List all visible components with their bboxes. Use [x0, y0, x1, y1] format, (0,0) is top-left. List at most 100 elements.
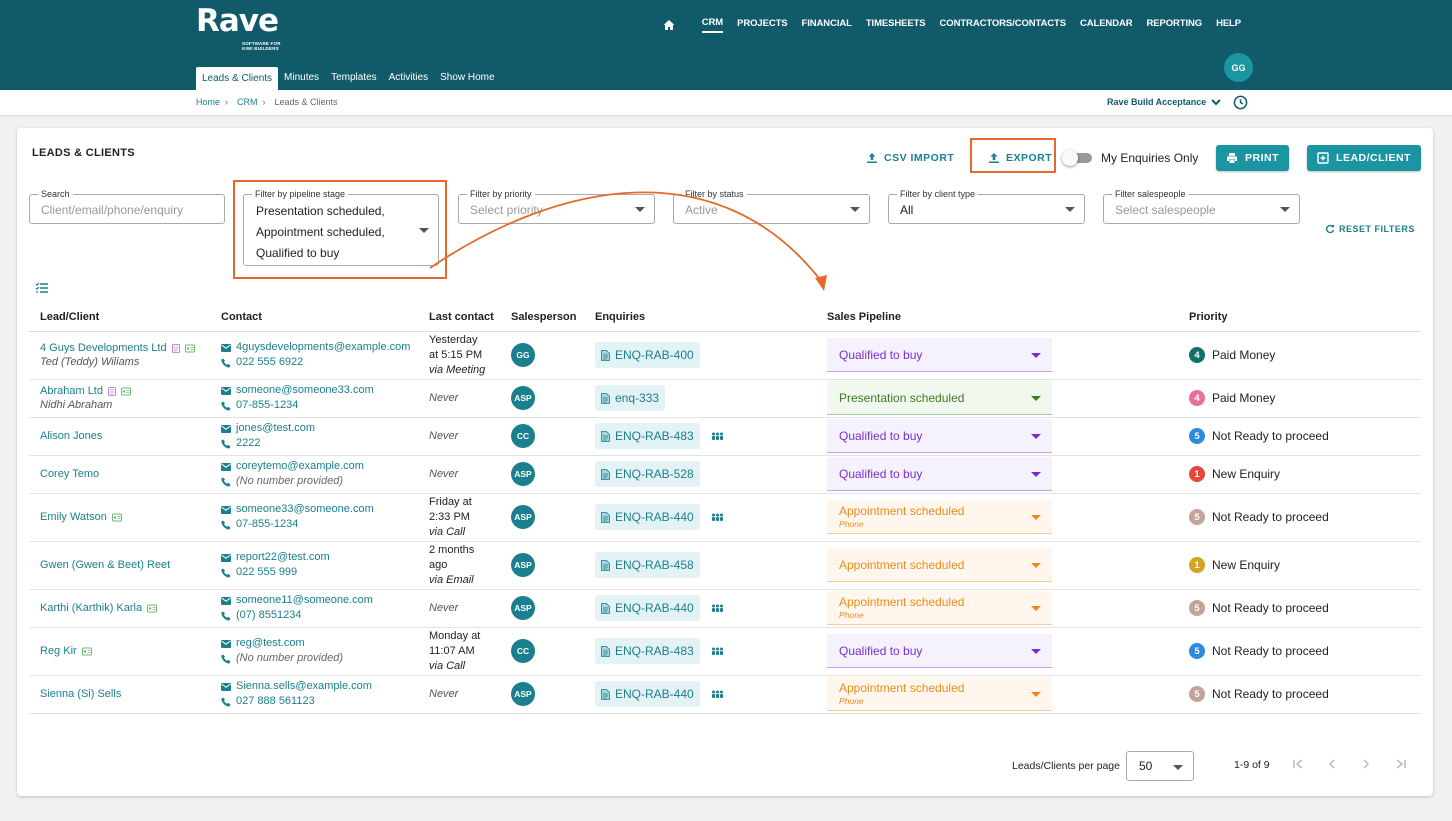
tab-minutes[interactable]: Minutes — [278, 67, 325, 90]
contact-email[interactable]: jones@test.com — [221, 421, 418, 436]
col-salesperson[interactable]: Salesperson — [500, 303, 584, 332]
nav-reporting[interactable]: REPORTING — [1146, 18, 1202, 32]
nav-timesheets[interactable]: TIMESHEETS — [866, 18, 926, 32]
pipeline-stage-select[interactable]: Qualified to buy — [827, 338, 1052, 372]
contact-phone[interactable]: 022 555 999 — [221, 565, 418, 580]
contact-card-icon[interactable] — [81, 647, 92, 656]
contact-phone[interactable]: 027 888 561123 — [221, 694, 418, 709]
table-row[interactable]: Emily Watson someone33@someone.com 07-855-… — [29, 493, 1421, 542]
pipeline-stage-select[interactable]: Qualified to buy — [827, 634, 1052, 668]
tab-templates[interactable]: Templates — [325, 67, 383, 90]
contact-email[interactable]: reg@test.com — [221, 636, 418, 651]
lead-name-link[interactable]: Karthi (Karthik) Karla — [40, 602, 142, 614]
lead-name-link[interactable]: Abraham Ltd — [40, 385, 103, 397]
contact-email[interactable]: someone11@someone.com — [221, 593, 418, 608]
table-row[interactable]: Karthi (Karthik) Karla someone11@someone.… — [29, 589, 1421, 628]
col-last-contact[interactable]: Last contact — [418, 303, 500, 332]
document-icon[interactable] — [107, 386, 116, 396]
col-contact[interactable]: Contact — [210, 303, 418, 332]
document-icon[interactable] — [171, 343, 180, 353]
priority-cell[interactable]: 1 New Enquiry — [1189, 466, 1421, 482]
nav-crm[interactable]: CRM — [701, 17, 723, 33]
people-icon[interactable] — [711, 690, 724, 698]
lead-name-link[interactable]: Sienna (Si) Sells — [40, 688, 121, 700]
table-row[interactable]: Reg Kir reg@test.com (No number provided) M… — [29, 627, 1421, 676]
pipeline-stage-select[interactable]: Appointment scheduled Phone — [827, 677, 1052, 711]
contact-email[interactable]: coreytemo@example.com — [221, 459, 418, 474]
contact-email[interactable]: 4guysdevelopments@example.com — [221, 340, 418, 355]
priority-cell[interactable]: 1 New Enquiry — [1189, 557, 1421, 573]
reset-filters-button[interactable]: RESET FILTERS — [1325, 224, 1415, 234]
nav-projects[interactable]: PROJECTS — [737, 18, 788, 32]
people-icon[interactable] — [711, 432, 724, 440]
col-enquiries[interactable]: Enquiries — [584, 303, 816, 332]
contact-card-icon[interactable] — [147, 604, 158, 613]
enquiry-chip[interactable]: ENQ-RAB-400 — [595, 342, 700, 368]
contact-phone[interactable]: 2222 — [221, 436, 418, 451]
priority-cell[interactable]: 5 Not Ready to proceed — [1189, 600, 1421, 616]
nav-help[interactable]: HELP — [1216, 18, 1241, 32]
enquiry-chip[interactable]: ENQ-RAB-483 — [595, 423, 700, 449]
priority-cell[interactable]: 4 Paid Money — [1189, 390, 1421, 406]
nav-contractors[interactable]: CONTRACTORS/CONTACTS — [940, 18, 1067, 32]
home-icon[interactable] — [663, 19, 675, 31]
tab-activities[interactable]: Activities — [383, 67, 434, 90]
lead-name-link[interactable]: 4 Guys Developments Ltd — [40, 342, 167, 354]
pipeline-stage-select[interactable]: Qualified to buy — [827, 457, 1052, 491]
next-page-icon[interactable] — [1360, 758, 1372, 770]
tab-show-home[interactable]: Show Home — [434, 67, 500, 90]
priority-cell[interactable]: 4 Paid Money — [1189, 347, 1421, 363]
contact-phone[interactable]: (07) 8551234 — [221, 608, 418, 623]
table-row[interactable]: Abraham Ltd Nidhi Abraham someone@someone3… — [29, 379, 1421, 418]
enquiry-chip[interactable]: ENQ-RAB-440 — [595, 595, 700, 621]
contact-card-icon[interactable] — [111, 513, 122, 522]
priority-cell[interactable]: 5 Not Ready to proceed — [1189, 686, 1421, 702]
prev-page-icon[interactable] — [1326, 758, 1338, 770]
table-row[interactable]: Gwen (Gwen & Beet) Reet report22@test.com… — [29, 541, 1421, 590]
table-row[interactable]: Sienna (Si) Sells Sienna.sells@example.co… — [29, 675, 1421, 714]
pipeline-stage-select[interactable]: Appointment scheduled Phone — [827, 500, 1052, 534]
contact-card-icon[interactable] — [120, 387, 131, 396]
column-settings-icon[interactable] — [35, 282, 48, 293]
table-row[interactable]: Alison Jones jones@test.com 2222 Never CC ENQ… — [29, 417, 1421, 456]
rave-logo[interactable]: Rave SOFTWARE FOR KIWI BUILDERS — [196, 4, 280, 51]
priority-filter[interactable]: Filter by priority Select priority — [458, 188, 655, 224]
contact-phone[interactable]: 022 555 6922 — [221, 355, 418, 370]
enquiry-chip[interactable]: ENQ-RAB-440 — [595, 504, 700, 530]
lead-name-link[interactable]: Alison Jones — [40, 430, 102, 442]
col-lead-client[interactable]: Lead/Client — [29, 303, 210, 332]
print-button[interactable]: PRINT — [1216, 145, 1289, 171]
contact-email[interactable]: report22@test.com — [221, 550, 418, 565]
contact-email[interactable]: someone@someone33.com — [221, 383, 418, 398]
col-sales-pipeline[interactable]: Sales Pipeline — [816, 303, 1178, 332]
col-priority[interactable]: Priority — [1178, 303, 1421, 332]
lead-name-link[interactable]: Emily Watson — [40, 511, 107, 523]
table-row[interactable]: 4 Guys Developments Ltd Ted (Teddy) Wilia… — [29, 331, 1421, 380]
contact-phone[interactable]: (No number provided) — [221, 474, 418, 489]
enquiry-chip[interactable]: ENQ-RAB-483 — [595, 638, 700, 664]
add-lead-client-button[interactable]: LEAD/CLIENT — [1307, 145, 1421, 171]
enquiry-chip[interactable]: ENQ-RAB-528 — [595, 461, 700, 487]
csv-import-button[interactable]: CSV IMPORT — [866, 152, 954, 164]
nav-calendar[interactable]: CALENDAR — [1080, 18, 1133, 32]
company-selector[interactable]: Rave Build Acceptance — [1107, 97, 1221, 107]
last-page-icon[interactable] — [1395, 758, 1407, 770]
search-input[interactable]: Search Client/email/phone/enquiry — [29, 188, 225, 224]
breadcrumb-crm[interactable]: CRM — [237, 97, 258, 107]
contact-email[interactable]: someone33@someone.com — [221, 502, 418, 517]
tab-leads-clients[interactable]: Leads & Clients — [196, 67, 279, 90]
pipeline-stage-select[interactable]: Appointment scheduled Phone — [827, 591, 1052, 625]
pipeline-stage-select[interactable]: Presentation scheduled — [827, 381, 1052, 415]
user-avatar[interactable]: GG — [1224, 53, 1253, 82]
people-icon[interactable] — [711, 513, 724, 521]
history-clock-icon[interactable] — [1233, 95, 1248, 110]
pipeline-stage-select[interactable]: Appointment scheduled — [827, 548, 1052, 582]
priority-cell[interactable]: 5 Not Ready to proceed — [1189, 428, 1421, 444]
enquiry-chip[interactable]: ENQ-RAB-440 — [595, 681, 700, 707]
table-row[interactable]: Corey Temo coreytemo@example.com (No numbe… — [29, 455, 1421, 494]
lead-name-link[interactable]: Corey Temo — [40, 468, 99, 480]
enquiry-chip[interactable]: enq-333 — [595, 385, 666, 411]
first-page-icon[interactable] — [1292, 758, 1304, 770]
pipeline-stage-select[interactable]: Qualified to buy — [827, 419, 1052, 453]
priority-cell[interactable]: 5 Not Ready to proceed — [1189, 509, 1421, 525]
